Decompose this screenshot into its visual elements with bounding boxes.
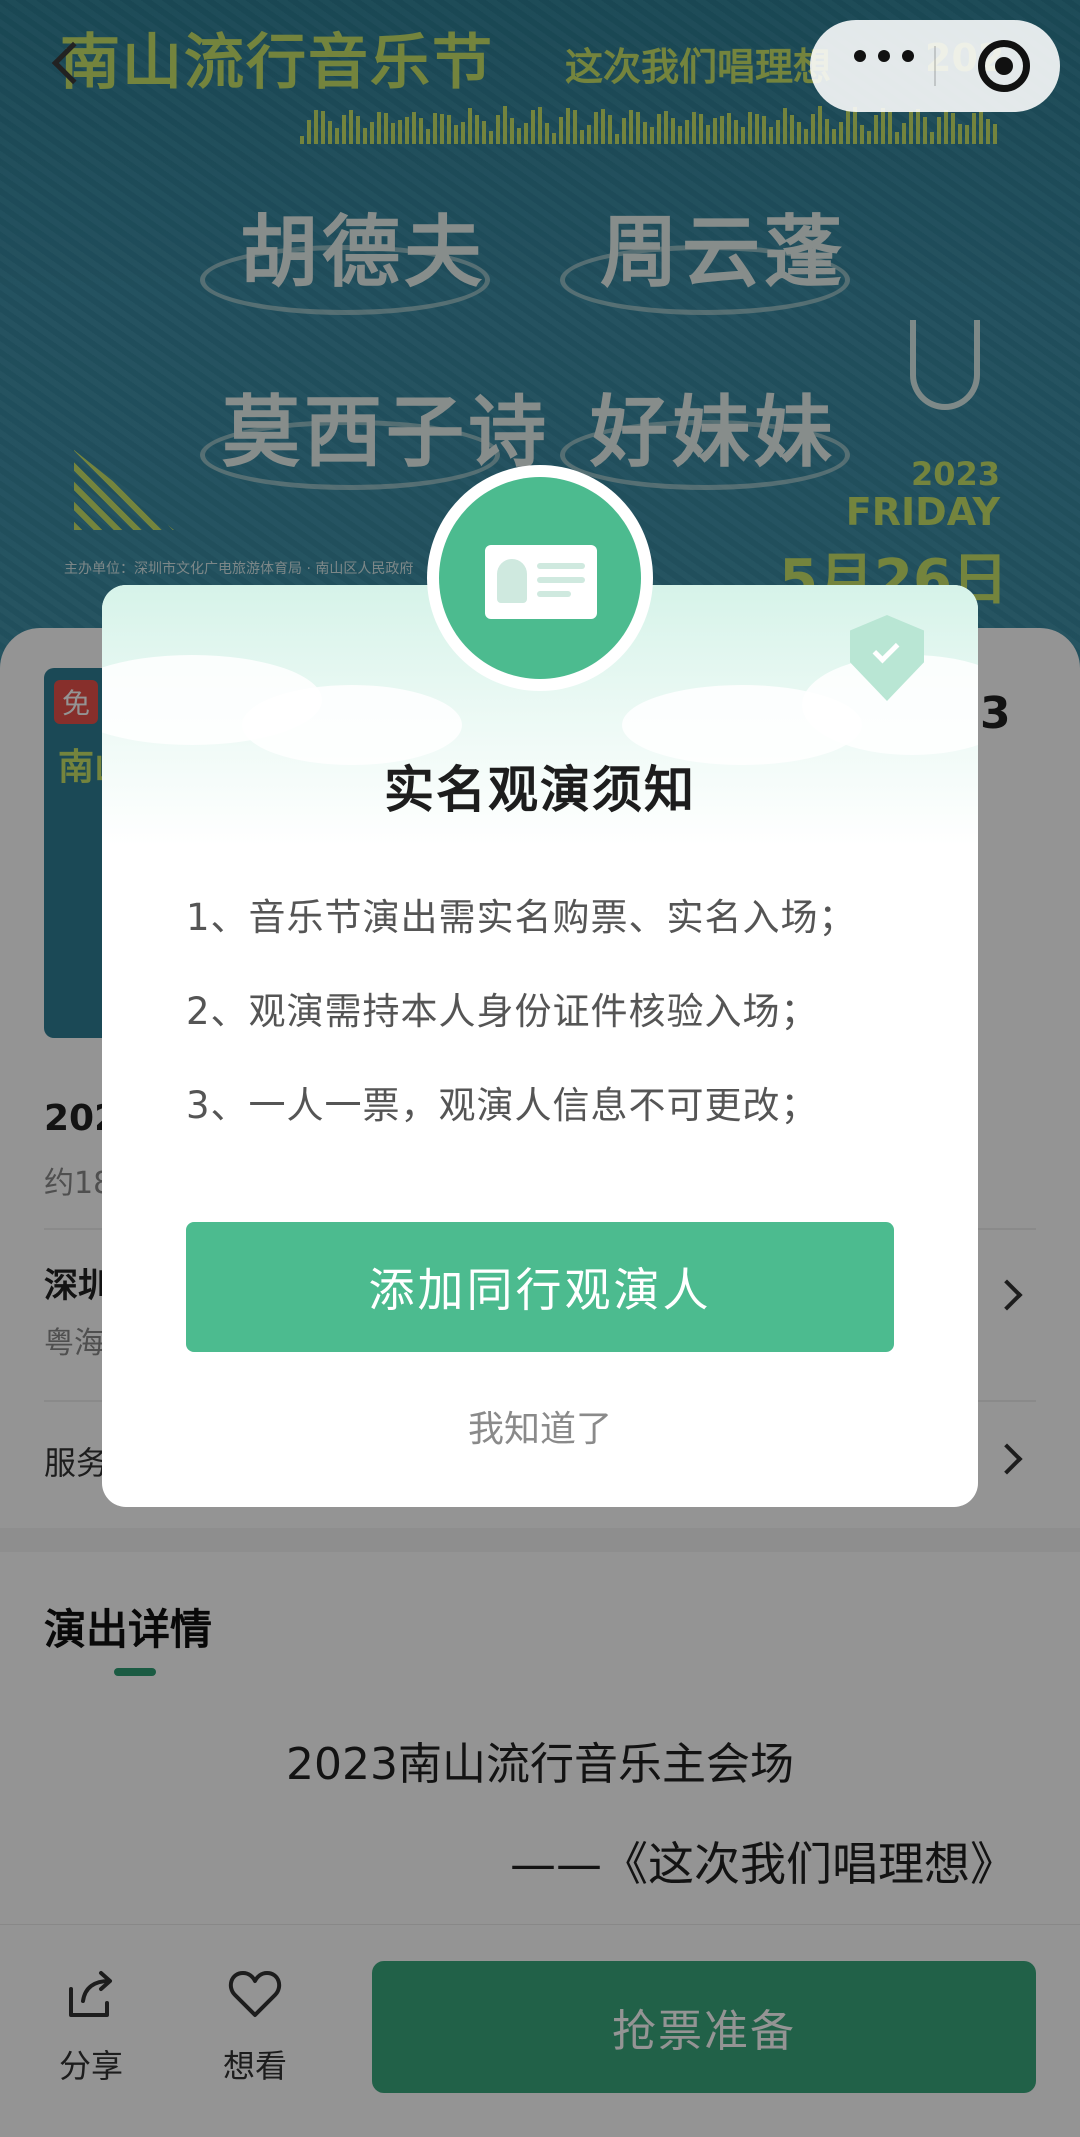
rule-item: 3、一人一票，观演人信息不可更改； [186,1084,819,1127]
id-card-badge [427,465,653,691]
realname-notice-dialog: 实名观演须知 1、音乐节演出需实名购票、实名入场； 2、观演需持本人身份证件核验… [102,465,978,1507]
capsule-separator [934,46,936,86]
add-companion-button[interactable]: 添加同行观演人 [186,1222,894,1352]
miniprogram-capsule [810,20,1060,112]
target-close-icon[interactable] [978,40,1030,92]
id-card-icon [485,545,597,619]
more-dots-icon[interactable] [854,50,914,62]
dialog-title: 实名观演须知 [384,761,696,819]
acknowledge-link[interactable]: 我知道了 [102,1400,978,1452]
rule-item: 1、音乐节演出需实名购票、实名入场； [186,896,857,939]
rule-item: 2、观演需持本人身份证件核验入场； [186,990,819,1033]
id-card-circle [439,477,641,679]
